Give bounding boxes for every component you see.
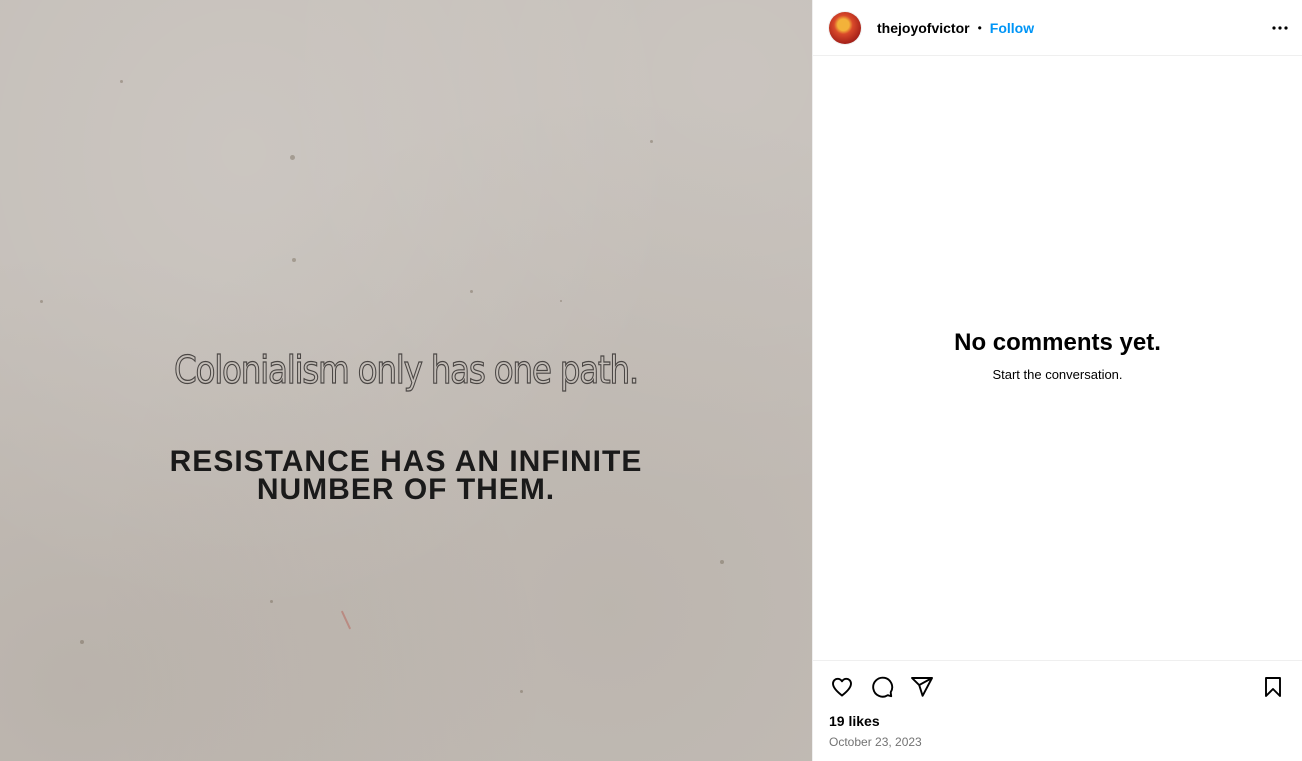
avatar[interactable] [829,11,861,44]
image-text-line-2a: RESISTANCE HAS AN INFINITE [169,445,643,478]
bookmark-icon[interactable] [1260,674,1286,700]
heart-icon[interactable] [829,674,855,700]
image-text-line-2b: NUMBER OF THEM. [256,473,556,506]
share-icon[interactable] [909,674,935,700]
post-sidebar: thejoyofvictor • Follow No comments yet.… [812,0,1302,761]
username-link[interactable]: thejoyofvictor [877,20,970,36]
more-horizontal-icon[interactable] [1268,16,1292,40]
comments-section: No comments yet. Start the conversation. [813,57,1302,661]
image-text-line-1: Colonialism only has one path. [173,347,639,392]
image-text-line-2: RESISTANCE HAS AN INFINITE NUMBER OF THE… [0,445,812,506]
post-view: Colonialism only has one path. RESISTANC… [0,0,1302,761]
follow-button[interactable]: Follow [990,20,1034,36]
comment-icon[interactable] [869,674,895,700]
post-date[interactable]: October 23, 2023 [829,735,1286,749]
empty-comments-title: No comments yet. [954,329,1161,356]
likes-count[interactable]: 19 likes [829,713,1286,729]
empty-comments-subtitle: Start the conversation. [992,367,1123,382]
separator-dot: • [977,20,982,35]
post-header: thejoyofvictor • Follow [813,0,1302,56]
empty-comments: No comments yet. Start the conversation. [813,329,1302,382]
action-bar [829,673,1286,701]
post-image[interactable]: Colonialism only has one path. RESISTANC… [0,0,812,761]
post-footer: 19 likes October 23, 2023 [813,660,1302,761]
